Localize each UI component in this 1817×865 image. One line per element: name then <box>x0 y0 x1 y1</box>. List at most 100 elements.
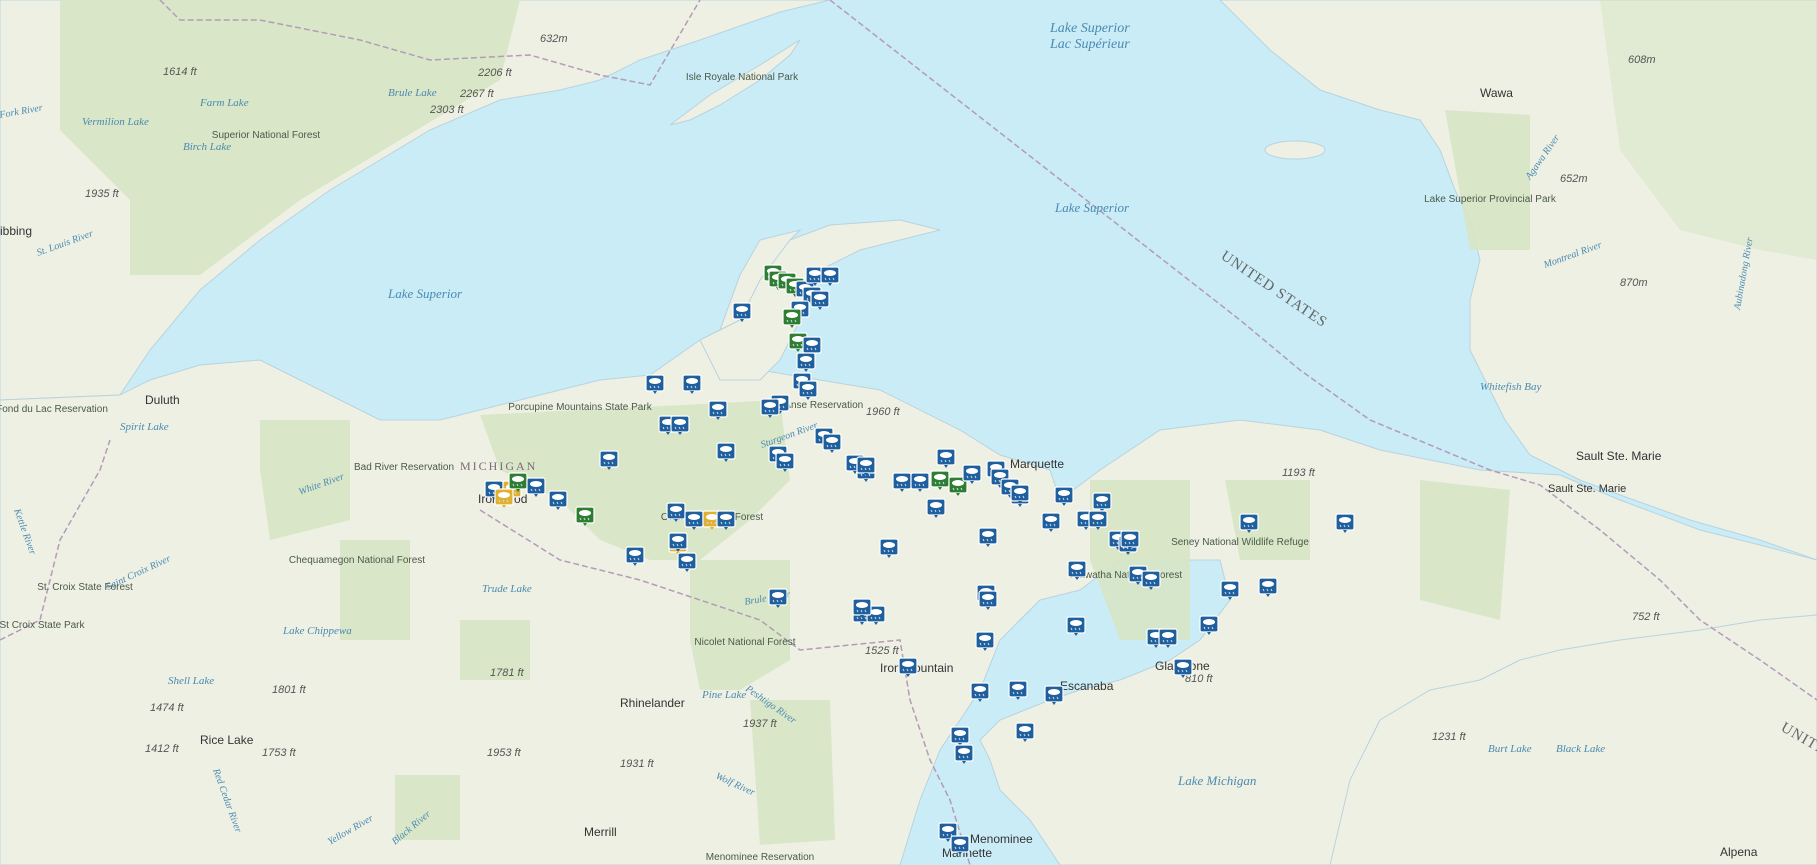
elevation-label: 2206 ft <box>477 67 513 79</box>
park-label: Menominee Reservation <box>706 852 814 863</box>
elevation-label: 1935 ft <box>85 188 120 200</box>
park-label: Bad River Reservation <box>354 462 454 473</box>
weather-station-icon[interactable] <box>962 464 982 484</box>
burt-lake-label: Burt Lake <box>1488 743 1532 755</box>
weather-station-icon[interactable] <box>954 744 974 764</box>
weather-station-icon[interactable] <box>1335 513 1355 533</box>
elevation-label: 1412 ft <box>145 743 180 755</box>
weather-station-icon[interactable] <box>1054 486 1074 506</box>
city-label: Wawa <box>1480 86 1513 100</box>
weather-station-icon[interactable] <box>716 442 736 462</box>
weather-station-icon[interactable] <box>677 552 697 572</box>
trude-lake-label: Trude Lake <box>482 583 532 595</box>
weather-station-icon[interactable] <box>1067 560 1087 580</box>
lake-michigan-label: Lake Michigan <box>1177 773 1256 788</box>
elevation-label: 1937 ft <box>743 718 778 730</box>
weather-station-icon[interactable] <box>760 398 780 418</box>
elevation-label: 1753 ft <box>262 747 297 759</box>
city-label: Marquette <box>1010 457 1064 471</box>
weather-station-icon[interactable] <box>975 631 995 651</box>
park-label: Fond du Lac Reservation <box>0 404 108 415</box>
weather-station-icon[interactable] <box>852 598 872 618</box>
spirit-lake-label: Spirit Lake <box>120 421 169 433</box>
weather-station-icon[interactable] <box>1120 530 1140 550</box>
weather-station-icon[interactable] <box>494 488 514 508</box>
weather-station-icon[interactable] <box>668 532 688 552</box>
pine-lake-label: Pine Lake <box>701 689 746 701</box>
city-label: Alpena <box>1720 845 1758 859</box>
elevation-label: 1960 ft <box>866 406 901 418</box>
weather-station-icon[interactable] <box>1044 685 1064 705</box>
weather-station-icon[interactable] <box>796 352 816 372</box>
vermilion-lake-label: Vermilion Lake <box>82 116 149 128</box>
park-label: Hiawatha National Forest <box>1070 570 1182 581</box>
weather-station-icon[interactable] <box>708 400 728 420</box>
weather-station-icon[interactable] <box>950 835 970 855</box>
weather-station-icon[interactable] <box>898 657 918 677</box>
weather-station-icon[interactable] <box>645 374 665 394</box>
city-label: Escanaba <box>1060 679 1114 693</box>
park-label: Porcupine Mountains State Park <box>508 402 652 413</box>
weather-station-icon[interactable] <box>575 506 595 526</box>
elevation-label: 1474 ft <box>150 702 185 714</box>
weather-station-icon[interactable] <box>892 472 912 492</box>
weather-station-icon[interactable] <box>1010 484 1030 504</box>
weather-station-icon[interactable] <box>978 527 998 547</box>
weather-station-icon[interactable] <box>950 726 970 746</box>
weather-station-icon[interactable] <box>768 588 788 608</box>
weather-station-icon[interactable] <box>1239 513 1259 533</box>
city-label: Merrill <box>584 825 617 839</box>
lake-chippewa-label: Lake Chippewa <box>282 625 352 637</box>
park-label: Isle Royale National Park <box>686 72 799 83</box>
lake-superior-label-3: Lake Superior <box>387 286 463 301</box>
weather-station-icon[interactable] <box>798 380 818 400</box>
weather-station-icon[interactable] <box>716 510 736 530</box>
weather-station-icon[interactable] <box>1092 492 1112 512</box>
weather-station-icon[interactable] <box>526 477 546 497</box>
map[interactable]: MICHIGAN UNITED STATES UNITED STATES Lak… <box>0 0 1817 865</box>
park-label: St Croix State Park <box>0 620 86 631</box>
weather-station-icon[interactable] <box>1041 512 1061 532</box>
weather-station-icon[interactable] <box>879 538 899 558</box>
weather-station-icon[interactable] <box>625 546 645 566</box>
elevation-label: 608m <box>1628 54 1656 66</box>
weather-station-icon[interactable] <box>775 452 795 472</box>
weather-station-icon[interactable] <box>930 470 950 490</box>
weather-station-icon[interactable] <box>666 502 686 522</box>
brule-lake-label: Brule Lake <box>388 87 437 99</box>
elevation-label: 1193 ft <box>1282 467 1316 479</box>
weather-station-icon[interactable] <box>599 450 619 470</box>
weather-station-icon[interactable] <box>732 302 752 322</box>
weather-station-icon[interactable] <box>684 510 704 530</box>
weather-station-icon[interactable] <box>1141 570 1161 590</box>
weather-station-icon[interactable] <box>1258 577 1278 597</box>
elevation-label: 2303 ft <box>429 104 465 116</box>
weather-station-icon[interactable] <box>910 472 930 492</box>
weather-station-icon[interactable] <box>1066 616 1086 636</box>
weather-station-icon[interactable] <box>1220 580 1240 600</box>
birch-lake-label: Birch Lake <box>183 141 231 153</box>
weather-station-icon[interactable] <box>1173 658 1193 678</box>
weather-station-icon[interactable] <box>1158 628 1178 648</box>
weather-station-icon[interactable] <box>1088 510 1108 530</box>
weather-station-icon[interactable] <box>682 374 702 394</box>
park-label: Superior National Forest <box>212 130 321 141</box>
weather-station-icon[interactable] <box>926 498 946 518</box>
weather-station-icon[interactable] <box>1199 615 1219 635</box>
weather-station-icon[interactable] <box>548 490 568 510</box>
weather-station-icon[interactable] <box>670 415 690 435</box>
weather-station-icon[interactable] <box>936 448 956 468</box>
weather-station-icon[interactable] <box>810 290 830 310</box>
weather-station-icon[interactable] <box>978 590 998 610</box>
weather-station-icon[interactable] <box>1008 680 1028 700</box>
whitefish-bay-label: Whitefish Bay <box>1480 381 1542 393</box>
state-label-michigan: MICHIGAN <box>460 459 537 473</box>
weather-station-icon[interactable] <box>856 456 876 476</box>
weather-station-icon[interactable] <box>970 682 990 702</box>
weather-station-icon[interactable] <box>822 433 842 453</box>
park-label: St. Croix State Forest <box>37 582 133 593</box>
weather-station-icon[interactable] <box>1015 722 1035 742</box>
elevation-label: 1525 ft <box>865 645 900 657</box>
weather-station-icon[interactable] <box>782 308 802 328</box>
weather-station-icon[interactable] <box>820 266 840 286</box>
